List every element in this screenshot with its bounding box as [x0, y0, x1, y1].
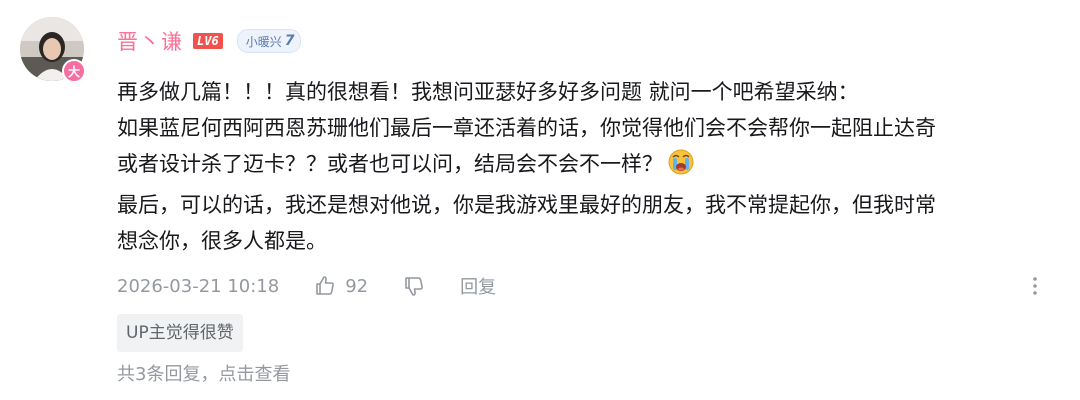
fan-medal-level: 7 [284, 33, 295, 49]
fan-medal-name: 小暖兴 [245, 34, 282, 49]
username[interactable]: 晋丶谦 [117, 26, 183, 56]
comment-line-text: 或者设计杀了迈卡？？或者也可以问，结局会不会不一样？ [117, 152, 663, 176]
up-liked-tag: UP主觉得很赞 [117, 314, 243, 352]
timestamp: 2026-03-21 10:18 [117, 275, 280, 297]
more-vertical-icon [1033, 277, 1037, 295]
crying-emoji-icon [667, 148, 695, 187]
thumbs-up-icon [316, 276, 335, 295]
comment-line: 如果蓝尼何西阿西恩苏珊他们最后一章还活着的话，你觉得他们会不会帮你一起阻止达奇 [117, 116, 936, 140]
like-count: 92 [345, 275, 369, 297]
avatar-rank-badge: 大 [62, 59, 86, 83]
comment-meta-row: 2026-03-21 10:18 92 回复 [117, 272, 1047, 300]
like-button[interactable]: 92 [313, 274, 368, 298]
comment-line: 想念你，很多人都是。 [117, 229, 327, 253]
comment-header: 晋丶谦 LV6 小暖兴 7 [117, 26, 302, 56]
dislike-button[interactable] [402, 274, 426, 298]
comment-line: 再多做几篇！！！真的很想看！我想问亚瑟好多好多问题 就问一个吧希望采纳： [117, 80, 859, 104]
fan-medal[interactable]: 小暖兴 7 [236, 29, 302, 53]
thumbs-down-icon [405, 277, 424, 296]
level-badge: LV6 [193, 33, 223, 49]
comment-line: 最后，可以的话，我还是想对他说，你是我游戏里最好的朋友，我不常提起你，但我时常 [117, 193, 936, 217]
more-options-button[interactable] [1023, 274, 1047, 303]
comment-content: 再多做几篇！！！真的很想看！我想问亚瑟好多好多问题 就问一个吧希望采纳： 如果蓝… [117, 74, 1067, 259]
comment-line: 或者设计杀了迈卡？？或者也可以问，结局会不会不一样？ [117, 146, 1067, 187]
view-replies-link[interactable]: 共3条回复，点击查看 [117, 360, 290, 390]
reply-button[interactable]: 回复 [460, 273, 496, 299]
